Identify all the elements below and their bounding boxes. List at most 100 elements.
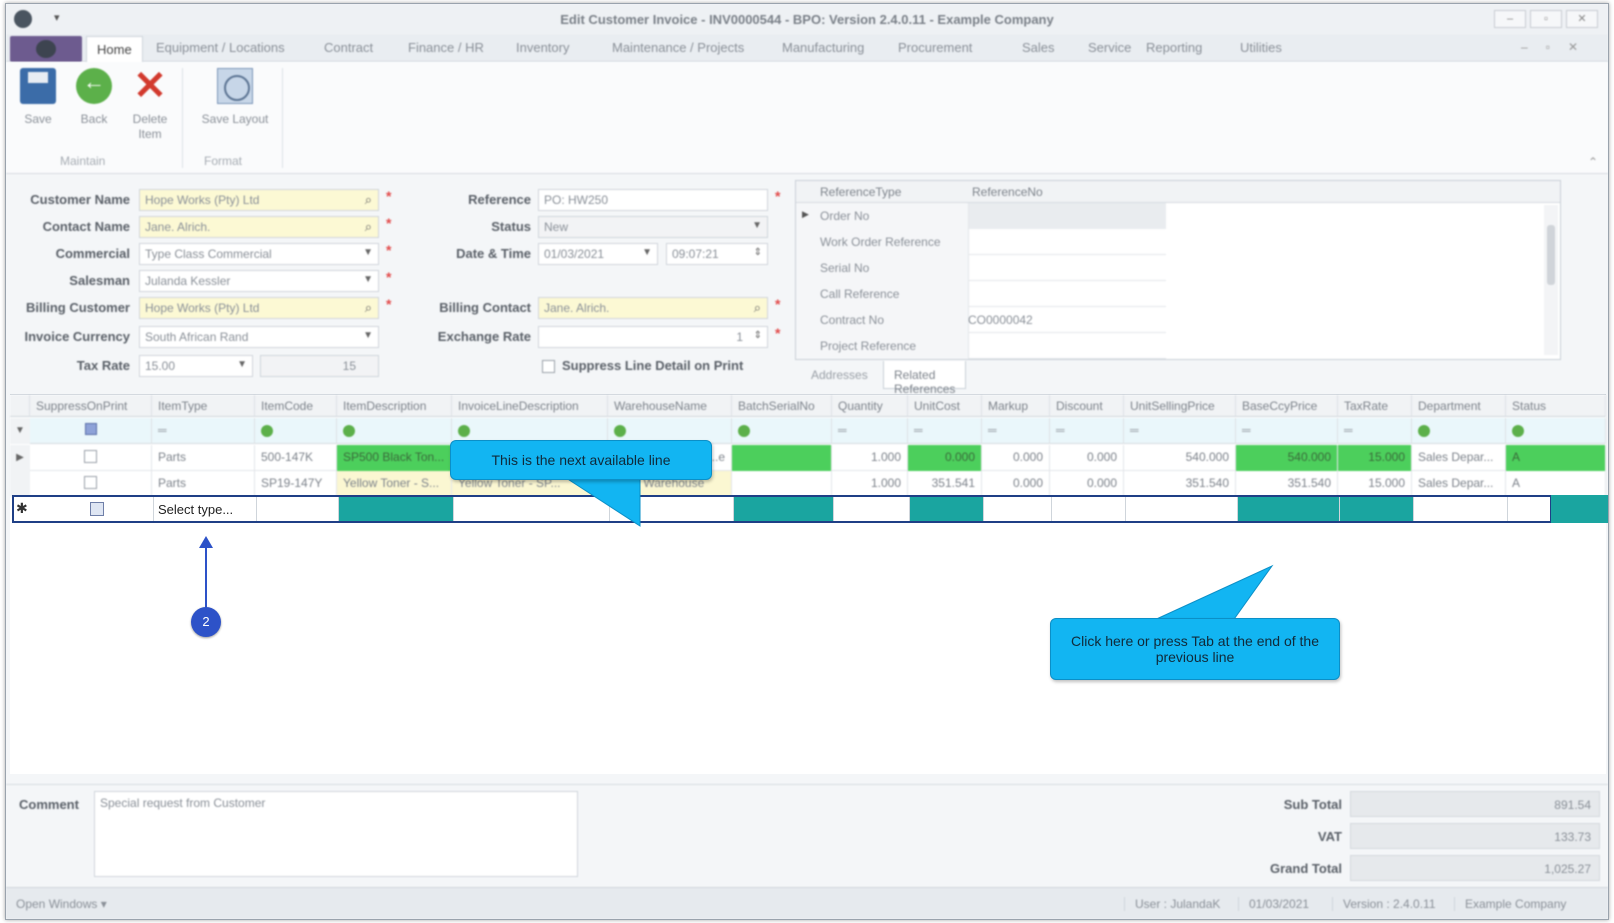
filter-cell[interactable]: ═: [1338, 418, 1412, 444]
col-reference-no[interactable]: ReferenceNo: [972, 185, 1043, 199]
tab-maintenance-projects[interactable]: Maintenance / Projects: [612, 40, 744, 55]
cell-status[interactable]: A: [1506, 445, 1606, 471]
new-row[interactable]: ✱ Select type...: [12, 495, 1552, 523]
suppress-checkbox-cell[interactable]: [30, 445, 152, 471]
application-menu-button[interactable]: [10, 36, 82, 62]
customer-name-field[interactable]: Hope Works (Pty) Ltd ⌕: [139, 189, 379, 211]
filter-suppress[interactable]: [30, 418, 152, 444]
exchange-rate-spinner[interactable]: 1 ⇕: [538, 326, 768, 348]
col-invoice-line-description[interactable]: InvoiceLineDescription: [452, 395, 608, 417]
col-item-description[interactable]: ItemDescription: [337, 395, 452, 417]
col-unit-selling-price[interactable]: UnitSellingPrice: [1124, 395, 1236, 417]
time-spinner[interactable]: 09:07:21 ⇕: [666, 243, 768, 265]
open-windows-menu[interactable]: Open Windows ▾: [16, 897, 107, 911]
reference-row[interactable]: Contract No CO0000042: [796, 307, 1166, 333]
new-row-invoice-line-description-cell[interactable]: [454, 497, 610, 521]
cell-status[interactable]: A: [1506, 471, 1606, 497]
salesman-select[interactable]: Julanda Kessler ▼: [139, 270, 379, 292]
save-button[interactable]: Save: [12, 68, 64, 127]
filter-cell[interactable]: [732, 418, 832, 444]
lookup-icon[interactable]: ⌕: [365, 300, 372, 316]
col-batch-serial-no[interactable]: BatchSerialNo: [732, 395, 832, 417]
checkbox[interactable]: [84, 450, 97, 463]
lookup-icon[interactable]: ⌕: [365, 219, 372, 235]
reference-input[interactable]: PO: HW250: [538, 189, 768, 211]
cell-unit-selling-price[interactable]: 351.540: [1124, 471, 1236, 497]
new-row-checkbox[interactable]: [90, 502, 104, 516]
minimize-button[interactable]: –: [1494, 10, 1526, 28]
col-suppress-on-print[interactable]: SuppressOnPrint: [30, 395, 152, 417]
cell-quantity[interactable]: 1.000: [832, 471, 908, 497]
tab-addresses[interactable]: Addresses: [801, 361, 878, 389]
checkbox[interactable]: [84, 476, 97, 489]
filter-cell[interactable]: [337, 418, 452, 444]
cell-quantity[interactable]: 1.000: [832, 445, 908, 471]
references-scrollbar[interactable]: [1544, 205, 1558, 355]
col-tax-rate[interactable]: TaxRate: [1338, 395, 1412, 417]
cell-discount[interactable]: 0.000: [1050, 445, 1124, 471]
col-unit-cost[interactable]: UnitCost: [908, 395, 982, 417]
col-markup[interactable]: Markup: [982, 395, 1050, 417]
filter-cell[interactable]: ═: [1236, 418, 1338, 444]
filter-cell[interactable]: ═: [982, 418, 1050, 444]
cell-unit-cost[interactable]: 351.541: [908, 471, 982, 497]
back-button[interactable]: Back: [68, 68, 120, 127]
cell-item-type[interactable]: Parts: [152, 471, 255, 497]
item-type-select[interactable]: Select type...: [158, 502, 233, 517]
reference-row[interactable]: Project Reference: [796, 333, 1166, 359]
col-department[interactable]: Department: [1412, 395, 1506, 417]
cell-batch[interactable]: [732, 471, 832, 497]
filter-cell[interactable]: ═: [1050, 418, 1124, 444]
cell-batch[interactable]: [732, 445, 832, 471]
billing-customer-field[interactable]: Hope Works (Pty) Ltd ⌕: [139, 297, 379, 319]
cell-discount[interactable]: 0.000: [1050, 471, 1124, 497]
tab-contract[interactable]: Contract: [324, 40, 373, 55]
reference-no[interactable]: CO0000042: [968, 313, 1033, 327]
collapse-ribbon-icon[interactable]: ⌃: [1588, 155, 1598, 169]
reference-row[interactable]: ▶ Order No: [796, 203, 1166, 229]
delete-item-button[interactable]: ✕ Delete Item: [124, 66, 176, 142]
filter-cell[interactable]: [1506, 418, 1606, 444]
tab-manufacturing[interactable]: Manufacturing: [782, 40, 864, 55]
col-reference-type[interactable]: ReferenceType: [820, 185, 901, 199]
lookup-icon[interactable]: ⌕: [754, 300, 761, 316]
col-quantity[interactable]: Quantity: [832, 395, 908, 417]
new-row-status-cell[interactable]: [1551, 495, 1608, 523]
cell-item-code[interactable]: 500-147K: [255, 445, 337, 471]
new-row-unit-cost-cell[interactable]: [910, 497, 984, 521]
comment-textarea[interactable]: Special request from Customer: [94, 791, 578, 877]
cell-base-ccy-price[interactable]: 351.540: [1236, 471, 1338, 497]
new-row-discount-cell[interactable]: [1052, 497, 1126, 521]
reference-row[interactable]: Work Order Reference: [796, 229, 1166, 255]
mdi-window-controls[interactable]: –▫✕: [1521, 40, 1596, 54]
cell-item-code[interactable]: SP19-147Y: [255, 471, 337, 497]
filter-cell[interactable]: [255, 418, 337, 444]
filter-cell[interactable]: ═: [1124, 418, 1236, 444]
col-item-type[interactable]: ItemType: [152, 395, 255, 417]
tab-inventory[interactable]: Inventory: [516, 40, 569, 55]
new-row-markup-cell[interactable]: [984, 497, 1052, 521]
tax-rate-select[interactable]: 15.00 ▼: [139, 355, 253, 377]
new-row-department-cell[interactable]: [1414, 497, 1508, 521]
new-row-base-ccy-price-cell[interactable]: [1238, 497, 1340, 521]
close-window-button[interactable]: ✕: [1566, 10, 1598, 28]
cell-tax-rate[interactable]: 15.000: [1338, 445, 1412, 471]
tab-reporting[interactable]: Reporting: [1146, 40, 1202, 55]
spin-arrows-icon[interactable]: ⇕: [754, 330, 762, 341]
filter-cell[interactable]: ═: [832, 418, 908, 444]
new-row-item-code-cell[interactable]: [257, 497, 339, 521]
suppress-line-detail-checkbox[interactable]: [542, 360, 555, 373]
cell-markup[interactable]: 0.000: [982, 445, 1050, 471]
col-item-code[interactable]: ItemCode: [255, 395, 337, 417]
cell-unit-cost[interactable]: 0.000: [908, 445, 982, 471]
billing-contact-field[interactable]: Jane. Alrich. ⌕: [538, 297, 768, 319]
col-status[interactable]: Status: [1506, 395, 1606, 417]
cell-markup[interactable]: 0.000: [982, 471, 1050, 497]
new-row-unit-selling-price-cell[interactable]: [1126, 497, 1238, 521]
cell-base-ccy-price[interactable]: 540.000: [1236, 445, 1338, 471]
commercial-select[interactable]: Type Class Commercial ▼: [139, 243, 379, 265]
restore-button[interactable]: ▫: [1530, 10, 1562, 28]
tab-equipment-locations[interactable]: Equipment / Locations: [156, 40, 285, 55]
new-row-tax-rate-cell[interactable]: [1340, 497, 1414, 521]
save-layout-button[interactable]: Save Layout: [192, 68, 278, 127]
